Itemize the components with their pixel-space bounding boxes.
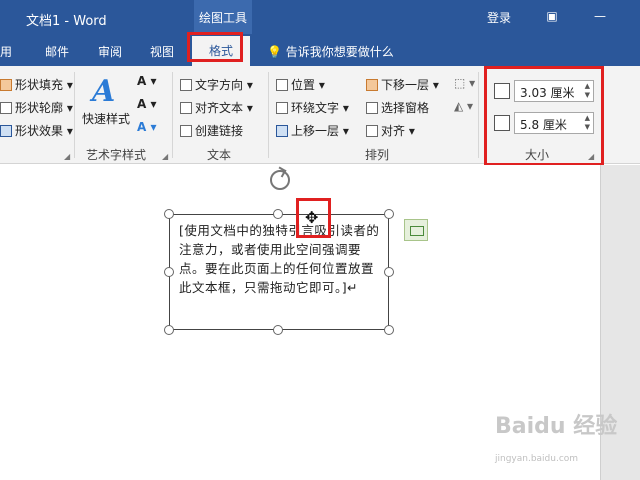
rotate-objects-icon[interactable]: ◭ ▾ xyxy=(454,99,473,113)
text-direction-label: 文字方向 xyxy=(195,78,244,92)
text-direction-button[interactable]: 文字方向 ▾ xyxy=(180,76,253,93)
watermark-logo: Baidu 经验 xyxy=(495,414,618,439)
title-bar: 文档1 - Word 绘图工具 登录 ▣ — xyxy=(0,0,640,34)
shape-outline-label: 形状轮廓 xyxy=(15,101,64,115)
send-backward-icon xyxy=(366,79,378,91)
shape-effects-icon xyxy=(0,125,12,137)
resize-handle-bottom[interactable] xyxy=(273,325,283,335)
wrap-text-icon xyxy=(276,102,288,114)
send-backward-label: 下移一层 xyxy=(381,78,430,92)
rotate-handle-icon[interactable] xyxy=(270,170,290,190)
resize-handle-top[interactable] xyxy=(273,209,283,219)
size-group-label: 大小 xyxy=(525,148,550,162)
shape-height-input[interactable]: 3.03 厘米 ▲ ▼ xyxy=(514,80,594,102)
create-link-label: 创建链接 xyxy=(195,124,244,138)
login-button[interactable]: 登录 xyxy=(487,9,511,26)
arrange-group-label: 排列 xyxy=(365,148,390,162)
shape-styles-launcher-icon[interactable]: ◢ xyxy=(64,152,70,161)
tell-me-box[interactable]: 💡 告诉我你想要做什么 xyxy=(267,43,394,60)
width-spinner-icon[interactable]: ▲ ▼ xyxy=(585,114,590,132)
resize-handle-bottom-left[interactable] xyxy=(164,325,174,335)
text-fill-icon[interactable]: A ▾ xyxy=(137,74,157,88)
align-icon xyxy=(366,125,378,137)
shape-effects-button[interactable]: 形状效果 ▾ xyxy=(0,122,73,139)
shape-fill-icon xyxy=(0,79,12,91)
selection-pane-label: 选择窗格 xyxy=(381,101,430,115)
bring-forward-label: 上移一层 xyxy=(291,124,340,138)
watermark-url: jingyan.baidu.com xyxy=(495,454,579,464)
tab-format[interactable]: 格式 xyxy=(192,36,250,66)
tab-view[interactable]: 视图 xyxy=(150,43,174,60)
ribbon: 形状填充 ▾ 形状轮廓 ▾ 形状效果 ▾ ◢ A 快速样式 A ▾ A ▾ A … xyxy=(0,66,640,164)
size-launcher-icon[interactable]: ◢ xyxy=(588,152,594,161)
minimize-icon[interactable]: — xyxy=(590,6,610,26)
shape-height-icon xyxy=(494,83,510,99)
quick-styles-button[interactable]: 快速样式 xyxy=(82,110,130,127)
tab-mailings[interactable]: 邮件 xyxy=(45,43,69,60)
shape-fill-button[interactable]: 形状填充 ▾ xyxy=(0,76,73,93)
position-icon xyxy=(276,79,288,91)
shape-width-input[interactable]: 5.8 厘米 ▲ ▼ xyxy=(514,112,594,134)
lightbulb-icon: 💡 xyxy=(267,45,282,59)
position-button[interactable]: 位置 ▾ xyxy=(276,76,325,93)
ribbon-tabs: 用 邮件 审阅 视图 格式 💡 告诉我你想要做什么 xyxy=(0,34,640,66)
drawing-tools-context-tab: 绘图工具 xyxy=(194,0,252,34)
shape-outline-button[interactable]: 形状轮廓 ▾ xyxy=(0,99,73,116)
separator xyxy=(268,72,269,158)
separator xyxy=(478,72,479,158)
align-text-icon xyxy=(180,102,192,114)
bring-forward-icon xyxy=(276,125,288,137)
tab-references[interactable]: 用 xyxy=(0,43,12,60)
link-icon xyxy=(180,125,192,137)
text-box-content[interactable]: [使用文档中的独特引言吸引读者的注意力，或者使用此空间强调要点。要在此页面上的任… xyxy=(179,221,385,297)
resize-handle-top-left[interactable] xyxy=(164,209,174,219)
resize-handle-right[interactable] xyxy=(384,267,394,277)
bring-forward-button[interactable]: 上移一层 ▾ xyxy=(276,122,349,139)
tell-me-label: 告诉我你想要做什么 xyxy=(285,45,394,59)
align-text-button[interactable]: 对齐文本 ▾ xyxy=(180,99,253,116)
separator xyxy=(74,72,75,158)
shape-fill-label: 形状填充 xyxy=(15,78,64,92)
text-direction-icon xyxy=(180,79,192,91)
text-effects-icon[interactable]: A ▾ xyxy=(137,120,157,134)
shape-width-value: 5.8 厘米 xyxy=(520,118,567,132)
shape-effects-label: 形状效果 xyxy=(15,124,64,138)
align-button[interactable]: 对齐 ▾ xyxy=(366,122,415,139)
align-label: 对齐 xyxy=(381,124,406,138)
separator xyxy=(172,72,173,158)
layout-options-icon[interactable] xyxy=(404,219,428,241)
shape-width-icon xyxy=(494,115,510,131)
text-group-label: 文本 xyxy=(207,148,232,162)
height-spinner-icon[interactable]: ▲ ▼ xyxy=(585,82,590,100)
move-cursor-icon: ✥ xyxy=(305,208,319,227)
text-outline-icon[interactable]: A ▾ xyxy=(137,97,157,111)
resize-handle-left[interactable] xyxy=(164,267,174,277)
selection-pane-icon xyxy=(366,102,378,114)
ribbon-display-icon[interactable]: ▣ xyxy=(542,6,562,26)
quick-styles-icon[interactable]: A xyxy=(92,74,115,109)
resize-handle-top-right[interactable] xyxy=(384,209,394,219)
group-objects-icon[interactable]: ⬚ ▾ xyxy=(454,76,475,90)
tab-review[interactable]: 审阅 xyxy=(98,43,122,60)
art-styles-launcher-icon[interactable]: ◢ xyxy=(162,152,168,161)
create-link-button[interactable]: 创建链接 xyxy=(180,122,243,139)
art-styles-group-label: 艺术字样式 xyxy=(86,148,147,162)
send-backward-button[interactable]: 下移一层 ▾ xyxy=(366,76,439,93)
text-box[interactable]: [使用文档中的独特引言吸引读者的注意力，或者使用此空间强调要点。要在此页面上的任… xyxy=(169,214,389,330)
document-title: 文档1 - Word xyxy=(26,14,107,29)
wrap-text-button[interactable]: 环绕文字 ▾ xyxy=(276,99,349,116)
selection-pane-button[interactable]: 选择窗格 xyxy=(366,99,429,116)
resize-handle-bottom-right[interactable] xyxy=(384,325,394,335)
shape-height-value: 3.03 厘米 xyxy=(520,86,575,100)
wrap-text-label: 环绕文字 xyxy=(291,101,340,115)
shape-outline-icon xyxy=(0,102,12,114)
position-label: 位置 xyxy=(291,78,316,92)
align-text-label: 对齐文本 xyxy=(195,101,244,115)
